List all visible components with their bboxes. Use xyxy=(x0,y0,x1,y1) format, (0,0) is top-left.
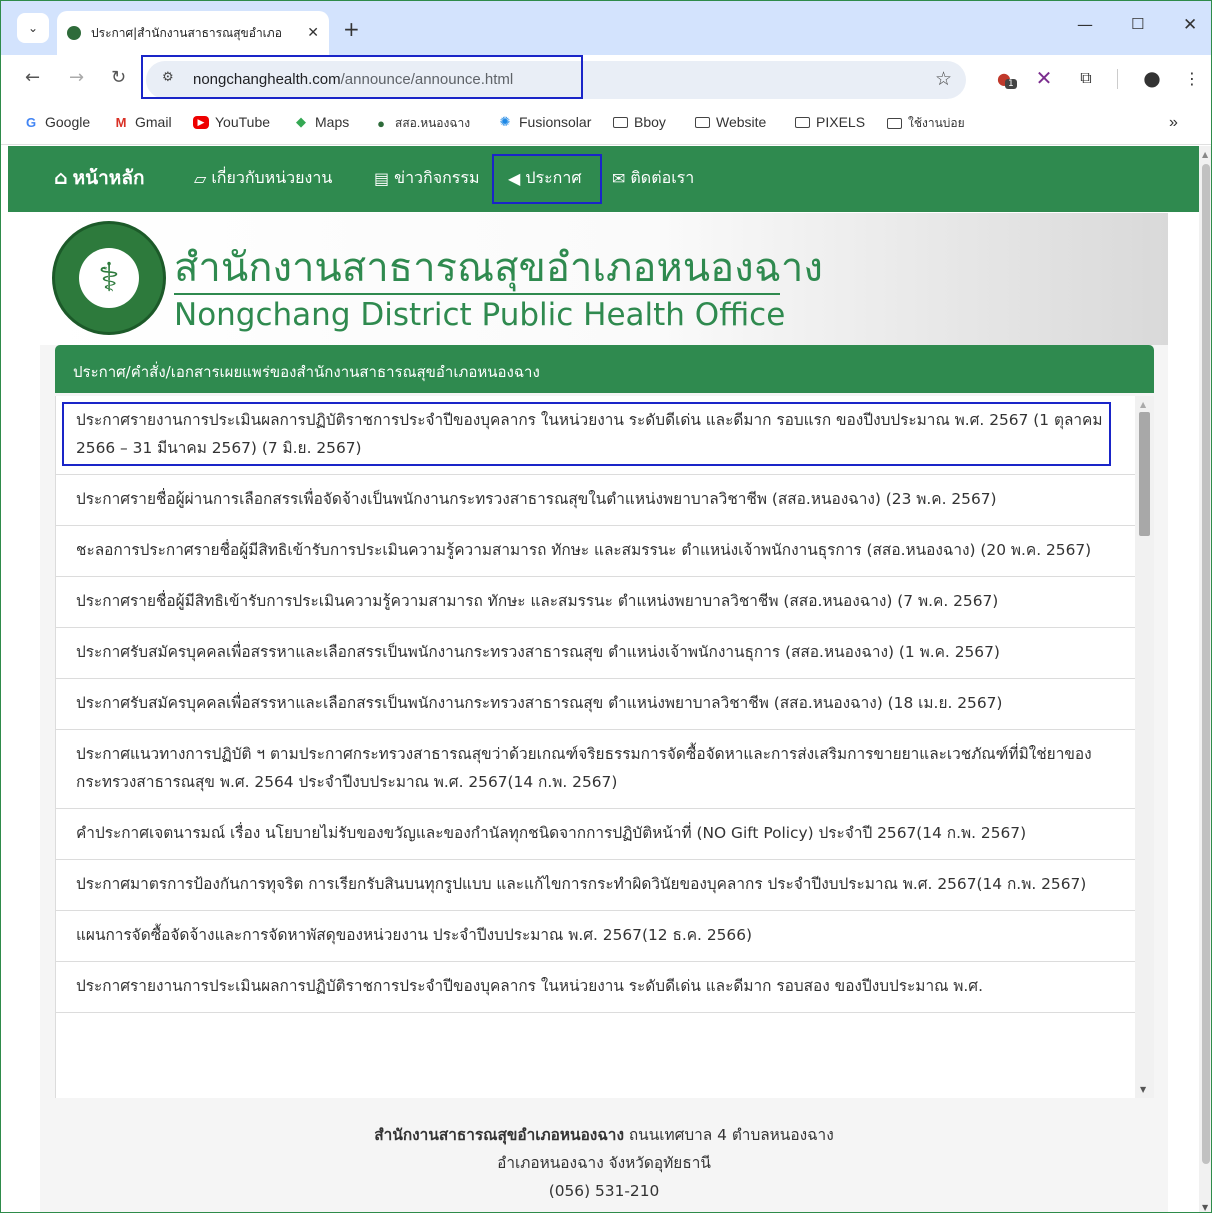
extensions-puzzle-icon[interactable]: ⧉ xyxy=(1075,67,1097,89)
bookmark-maps[interactable]: ◆ Maps xyxy=(293,114,349,130)
list-item[interactable]: ประกาศรายงานการประเมินผลการปฏิบัติราชการ… xyxy=(56,962,1135,1013)
footer-phone: (056) 531-210 xyxy=(548,1182,660,1200)
list-item[interactable]: ชะลอการประกาศรายชื่อผู้มีสิทธิเข้ารับการ… xyxy=(56,526,1135,577)
bookmark-site[interactable]: ● สสอ.หนองฉาง xyxy=(373,114,470,133)
site-title-thai: สำนักงานสาธารณสุขอำเภอหนองฉาง xyxy=(174,245,823,291)
toolbar-divider xyxy=(1117,69,1118,89)
bookmark-folder-website[interactable]: Website xyxy=(695,114,766,130)
browser-window: ⌄ ประกาศ|สำนักงานสาธารณสุขอำเภอ ✕ + — ☐ … xyxy=(0,0,1212,1213)
folder-open-icon: ▱ xyxy=(194,169,207,188)
back-icon[interactable]: ← xyxy=(25,67,40,88)
extension-x-icon[interactable]: ✕ xyxy=(1033,66,1055,90)
bookmark-folder-frequent[interactable]: ใช้งานบ่อย xyxy=(887,114,965,133)
reload-icon[interactable]: ↻ xyxy=(111,67,126,88)
google-icon: G xyxy=(25,114,37,130)
list-item[interactable]: ประกาศรับสมัครบุคคลเพื่อสรรหาและเลือกสรร… xyxy=(56,628,1135,679)
ministry-logo: ⚕ xyxy=(52,221,166,335)
bookmark-youtube[interactable]: ▶ YouTube xyxy=(193,114,270,130)
announcement-list[interactable]: ประกาศรายงานการประเมินผลการปฏิบัติราชการ… xyxy=(55,396,1135,1098)
list-item[interactable]: แผนการจัดซื้อจัดจ้างและการจัดหาพัสดุของห… xyxy=(56,911,1135,962)
list-item[interactable]: ประกาศรายชื่อผู้มีสิทธิเข้ารับการประเมิน… xyxy=(56,577,1135,628)
list-scrollbar[interactable]: ▲ ▼ xyxy=(1135,396,1154,1098)
bookmark-folder-pixels[interactable]: PIXELS xyxy=(795,114,865,130)
new-tab-button[interactable]: + xyxy=(343,17,360,41)
footer-org: สำนักงานสาธารณสุขอำเภอหนองฉาง xyxy=(374,1126,624,1144)
site-icon: ● xyxy=(377,116,385,131)
scroll-down-icon[interactable]: ▼ xyxy=(1140,1085,1146,1094)
fusionsolar-icon: ✺ xyxy=(499,114,511,129)
minimize-icon[interactable]: — xyxy=(1077,15,1093,34)
youtube-icon: ▶ xyxy=(193,115,209,129)
page-scroll-up-icon[interactable]: ▲ xyxy=(1202,150,1208,159)
site-navbar: ⌂ หน้าหลัก ▱ เกี่ยวกับหน่วยงาน ▤ ข่าวกิจกรร… xyxy=(8,146,1199,212)
bookmark-fusionsolar[interactable]: ✺ Fusionsolar xyxy=(497,114,592,130)
maximize-icon[interactable]: ☐ xyxy=(1131,15,1144,33)
folder-icon xyxy=(613,116,628,128)
page-scrollbar-thumb[interactable] xyxy=(1202,164,1210,1164)
site-favicon-icon xyxy=(67,26,81,40)
tab-search-button[interactable]: ⌄ xyxy=(17,13,49,43)
list-item[interactable]: ประกาศแนวทางการปฏิบัติ ฯ ตามประกาศกระทรว… xyxy=(56,730,1135,809)
bookmark-star-icon[interactable]: ☆ xyxy=(935,68,952,90)
footer-address-line1: สำนักงานสาธารณสุขอำเภอหนองฉาง ถนนเทศบาล … xyxy=(374,1126,834,1144)
bookmarks-bar: G Google M Gmail ▶ YouTube ◆ Maps ● สสอ.หนองฉ… xyxy=(1,103,1211,145)
extension-badge: 1 xyxy=(1005,79,1017,89)
bookmark-google[interactable]: G Google xyxy=(23,114,90,130)
page-scroll-down-icon[interactable]: ▼ xyxy=(1202,1203,1208,1212)
tab-strip: ⌄ ประกาศ|สำนักงานสาธารณสุขอำเภอ ✕ + — ☐ … xyxy=(1,1,1211,55)
maps-icon: ◆ xyxy=(296,114,306,129)
nav-news-link[interactable]: ▤ ข่าวกิจกรรม xyxy=(374,166,480,191)
scrollbar-thumb[interactable] xyxy=(1139,412,1150,536)
footer-address-line2: อำเภอหนองฉาง จังหวัดอุทัยธานี xyxy=(497,1154,711,1172)
annotation-box-first-item xyxy=(62,402,1111,466)
browser-tab[interactable]: ประกาศ|สำนักงานสาธารณสุขอำเภอ ✕ xyxy=(57,11,329,55)
nav-about-link[interactable]: ▱ เกี่ยวกับหน่วยงาน xyxy=(194,166,332,191)
menu-kebab-icon[interactable]: ⋮ xyxy=(1181,67,1203,89)
scroll-up-icon[interactable]: ▲ xyxy=(1140,400,1146,409)
nav-home-link[interactable]: ⌂ หน้าหลัก xyxy=(54,163,144,193)
page-scrollbar[interactable]: ▲ ▼ xyxy=(1199,146,1211,1212)
envelope-icon: ✉ xyxy=(612,169,626,188)
close-window-icon[interactable]: ✕ xyxy=(1183,15,1197,35)
folder-icon xyxy=(795,116,810,128)
gmail-icon: M xyxy=(115,114,127,130)
annotation-box-announce xyxy=(492,154,602,204)
profile-avatar-icon[interactable]: ● xyxy=(1141,66,1163,90)
nav-contact-link[interactable]: ✉ ติดต่อเรา xyxy=(612,166,694,191)
tab-title: ประกาศ|สำนักงานสาธารณสุขอำเภอ xyxy=(91,25,282,40)
forward-icon[interactable]: → xyxy=(69,67,84,88)
newspaper-icon: ▤ xyxy=(374,169,390,188)
browser-toolbar: ← → ↻ ⚙ nongchanghealth.com/announce/ann… xyxy=(1,55,1211,103)
bookmark-gmail[interactable]: M Gmail xyxy=(113,114,172,130)
folder-icon xyxy=(887,118,902,129)
panel-heading: ประกาศ/คำสั่ง/เอกสารเผยแพร่ของสำนักงานสา… xyxy=(55,345,1154,393)
folder-icon xyxy=(695,116,710,128)
list-item[interactable]: ประกาศมาตรการป้องกันการทุจริต การเรียกรั… xyxy=(56,860,1135,911)
chevron-down-icon: ⌄ xyxy=(27,21,39,35)
list-item[interactable]: ประกาศรับสมัครบุคคลเพื่อสรรหาและเลือกสรร… xyxy=(56,679,1135,730)
annotation-box-url xyxy=(141,55,583,99)
site-title-english: Nongchang District Public Health Office xyxy=(174,297,786,333)
site-footer: สำนักงานสาธารณสุขอำเภอหนองฉาง ถนนเทศบาล … xyxy=(40,1121,1168,1205)
list-item[interactable]: คำประกาศเจตนารมณ์ เรื่อง นโยบายไม่รับของ… xyxy=(56,809,1135,860)
close-tab-icon[interactable]: ✕ xyxy=(307,25,319,41)
bookmark-folder-bboy[interactable]: Bboy xyxy=(613,114,666,130)
caduceus-icon: ⚕ xyxy=(98,255,120,301)
more-bookmarks-button[interactable]: » xyxy=(1169,114,1178,132)
site-banner: ⚕ สำนักงานสาธารณสุขอำเภอหนองฉาง Nongchan… xyxy=(40,213,1168,345)
title-divider xyxy=(174,293,780,295)
list-item[interactable]: ประกาศรายชื่อผู้ผ่านการเลือกสรรเพื่อจัดจ… xyxy=(56,475,1135,526)
home-icon: ⌂ xyxy=(54,167,68,189)
